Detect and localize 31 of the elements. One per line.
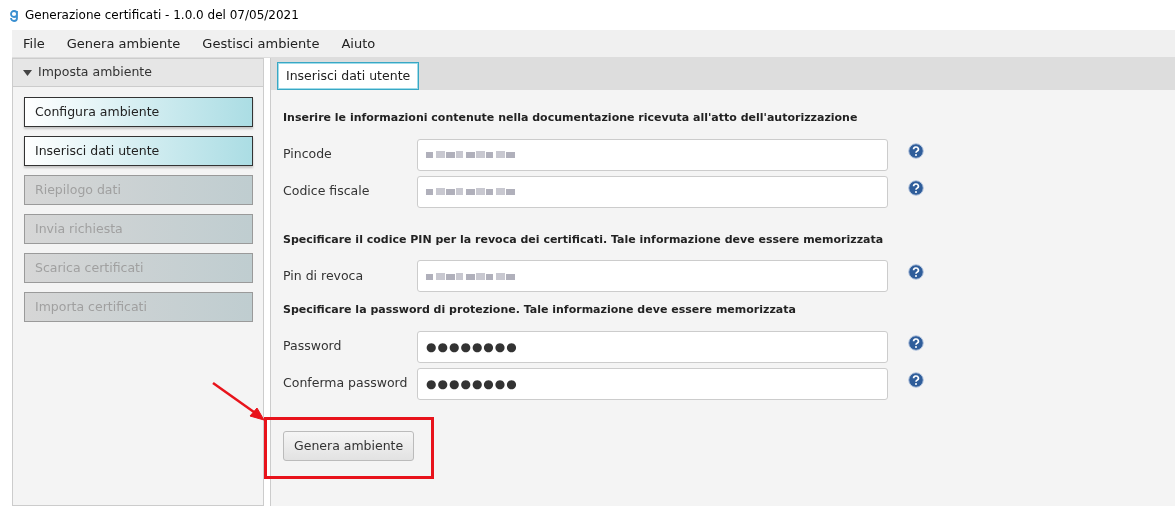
panel-title: Imposta ambiente: [38, 63, 152, 82]
field-label: Password: [283, 337, 343, 356]
step-button[interactable]: Configura ambiente: [24, 97, 253, 127]
input-field[interactable]: ●●●●●●●●: [417, 367, 888, 400]
help-icon[interactable]: [908, 371, 924, 388]
input-field[interactable]: [417, 138, 888, 171]
generate-button[interactable]: Genera ambiente: [283, 430, 415, 462]
input-field[interactable]: [417, 175, 888, 208]
input-field[interactable]: [417, 260, 888, 292]
field-label: Conferma password: [283, 374, 409, 393]
collapse-caret-icon[interactable]: [23, 68, 32, 77]
menu-item[interactable]: Aiuto: [330, 33, 387, 54]
section-heading: Inserire le informazioni contenute nella documentazione ricevuta all'atto dell'autorizzazione: [283, 110, 859, 126]
step-button[interactable]: Inserisci dati utente: [24, 136, 253, 166]
help-icon[interactable]: [908, 334, 924, 351]
input-field[interactable]: ●●●●●●●●: [417, 330, 888, 363]
tab[interactable]: Inserisci dati utente: [277, 62, 420, 90]
field-label: Pincode: [283, 145, 333, 164]
help-icon[interactable]: [908, 179, 924, 196]
window-title: Generazione certificati - 1.0.0 del 07/05/2021: [25, 7, 299, 24]
field-label: Codice fiscale: [283, 182, 371, 201]
menu-item[interactable]: Genera ambiente: [55, 33, 192, 54]
app-logo-icon: [10, 8, 19, 22]
annotation-arrow: [210, 380, 266, 422]
section-heading: Specificare la password di protezione. Tale informazione deve essere memorizzata: [283, 302, 797, 318]
menu-item[interactable]: File: [12, 33, 56, 54]
menu-item[interactable]: Gestisci ambiente: [191, 33, 331, 54]
section-heading: Specificare il codice PIN per la revoca dei certificati. Tale informazione deve essere memorizzata: [283, 231, 885, 248]
help-icon[interactable]: [908, 142, 924, 159]
field-label: Pin di revoca: [283, 266, 365, 285]
help-icon[interactable]: [908, 264, 924, 280]
